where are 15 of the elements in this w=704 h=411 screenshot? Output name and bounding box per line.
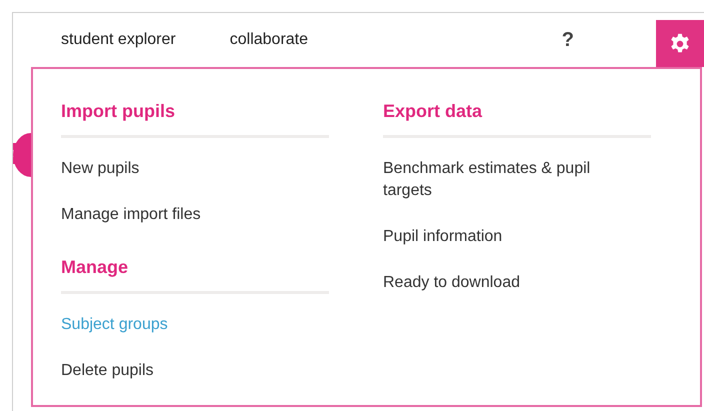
menu-item[interactable]: Delete pupils: [61, 350, 154, 396]
section-heading: Import pupils: [61, 101, 329, 138]
menu-item[interactable]: Ready to download: [383, 262, 520, 308]
nav-link[interactable]: collaborate: [230, 31, 308, 49]
section-heading: Export data: [383, 101, 651, 138]
section-heading: Manage: [61, 257, 329, 294]
help-icon[interactable]: ?: [562, 28, 574, 52]
menu-item[interactable]: Benchmark estimates & pupil targets: [383, 148, 635, 216]
nav-link[interactable]: student explorer: [61, 31, 176, 49]
menu-item[interactable]: Manage import files: [61, 194, 201, 240]
settings-icon: [669, 32, 691, 54]
menu-item[interactable]: Pupil information: [383, 216, 502, 262]
menu-item[interactable]: New pupils: [61, 148, 140, 194]
background-shape: [13, 133, 31, 177]
settings-button[interactable]: [656, 20, 704, 67]
